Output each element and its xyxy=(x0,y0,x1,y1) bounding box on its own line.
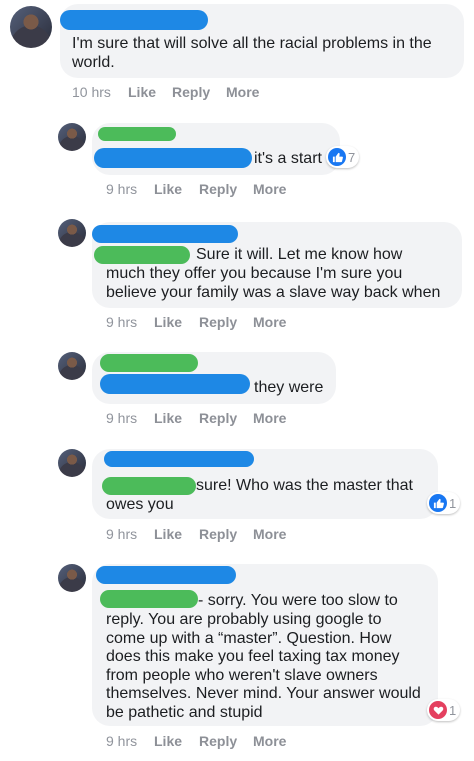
like-icon xyxy=(328,148,346,166)
more-button[interactable]: More xyxy=(226,84,259,100)
reaction-count[interactable]: 7 xyxy=(326,146,360,168)
avatar[interactable] xyxy=(58,564,86,592)
timestamp[interactable]: 9 hrs xyxy=(106,314,137,330)
redacted-name xyxy=(98,127,176,141)
reply-button[interactable]: Reply xyxy=(199,733,237,749)
like-button[interactable]: Like xyxy=(154,526,182,542)
reaction-number: 7 xyxy=(348,149,356,165)
reaction-number: 1 xyxy=(449,702,457,718)
comment-text-line1: Sure it will. Let me know how xyxy=(196,246,403,263)
more-button[interactable]: More xyxy=(253,410,286,426)
comment-bubble: they were xyxy=(92,352,336,404)
comment-text: it's a start xyxy=(254,150,322,167)
like-button[interactable]: Like xyxy=(154,410,182,426)
reaction-count[interactable]: 1 xyxy=(427,492,461,514)
comment-text: reply. You are probably using google to … xyxy=(106,611,421,721)
redacted-text xyxy=(100,374,250,394)
like-button[interactable]: Like xyxy=(154,314,182,330)
timestamp[interactable]: 9 hrs xyxy=(106,733,137,749)
like-button[interactable]: Like xyxy=(154,181,182,197)
reaction-number: 1 xyxy=(449,495,457,511)
like-icon xyxy=(429,494,447,512)
redacted-name xyxy=(96,566,236,584)
reaction-count[interactable]: 1 xyxy=(427,699,461,721)
avatar[interactable] xyxy=(58,219,86,247)
timestamp[interactable]: 10 hrs xyxy=(72,84,111,100)
avatar[interactable] xyxy=(58,123,86,151)
more-button[interactable]: More xyxy=(253,314,286,330)
redacted-name xyxy=(100,354,198,372)
timestamp[interactable]: 9 hrs xyxy=(106,526,137,542)
comment-bubble: I'm sure that will solve all the racial … xyxy=(60,4,464,78)
comment-bubble: Sure it will. Let me know how much they … xyxy=(92,222,462,308)
redacted-name xyxy=(104,451,254,467)
comment-text: I'm sure that will solve all the racial … xyxy=(72,35,432,71)
more-button[interactable]: More xyxy=(253,181,286,197)
timestamp[interactable]: 9 hrs xyxy=(106,410,137,426)
like-button[interactable]: Like xyxy=(128,84,156,100)
redacted-text xyxy=(102,477,196,495)
redacted-name xyxy=(60,10,208,30)
comment-text-line1: sure! Who was the master that xyxy=(196,477,413,494)
reply-button[interactable]: Reply xyxy=(199,410,237,426)
redacted-text xyxy=(100,590,198,608)
comment-text: they were xyxy=(254,379,324,396)
reply-button[interactable]: Reply xyxy=(199,314,237,330)
comment-text: owes you xyxy=(106,496,174,513)
heart-icon xyxy=(429,701,447,719)
reply-button[interactable]: Reply xyxy=(199,181,237,197)
avatar[interactable] xyxy=(58,449,86,477)
comment-bubble: sure! Who was the master that owes you xyxy=(92,449,438,519)
redacted-text xyxy=(94,148,252,168)
redacted-name xyxy=(92,225,238,243)
comment-text: much they offer you because I'm sure you… xyxy=(106,265,441,301)
comment-bubble: - sorry. You were too slow to reply. You… xyxy=(92,564,438,726)
more-button[interactable]: More xyxy=(253,526,286,542)
avatar[interactable] xyxy=(10,6,52,48)
comment-text-line1: - sorry. You were too slow to xyxy=(198,592,398,609)
reply-button[interactable]: Reply xyxy=(172,84,210,100)
redacted-text xyxy=(94,246,190,264)
avatar[interactable] xyxy=(58,352,86,380)
timestamp[interactable]: 9 hrs xyxy=(106,181,137,197)
reply-button[interactable]: Reply xyxy=(199,526,237,542)
like-button[interactable]: Like xyxy=(154,733,182,749)
more-button[interactable]: More xyxy=(253,733,286,749)
comment-bubble: it's a start xyxy=(92,123,340,175)
